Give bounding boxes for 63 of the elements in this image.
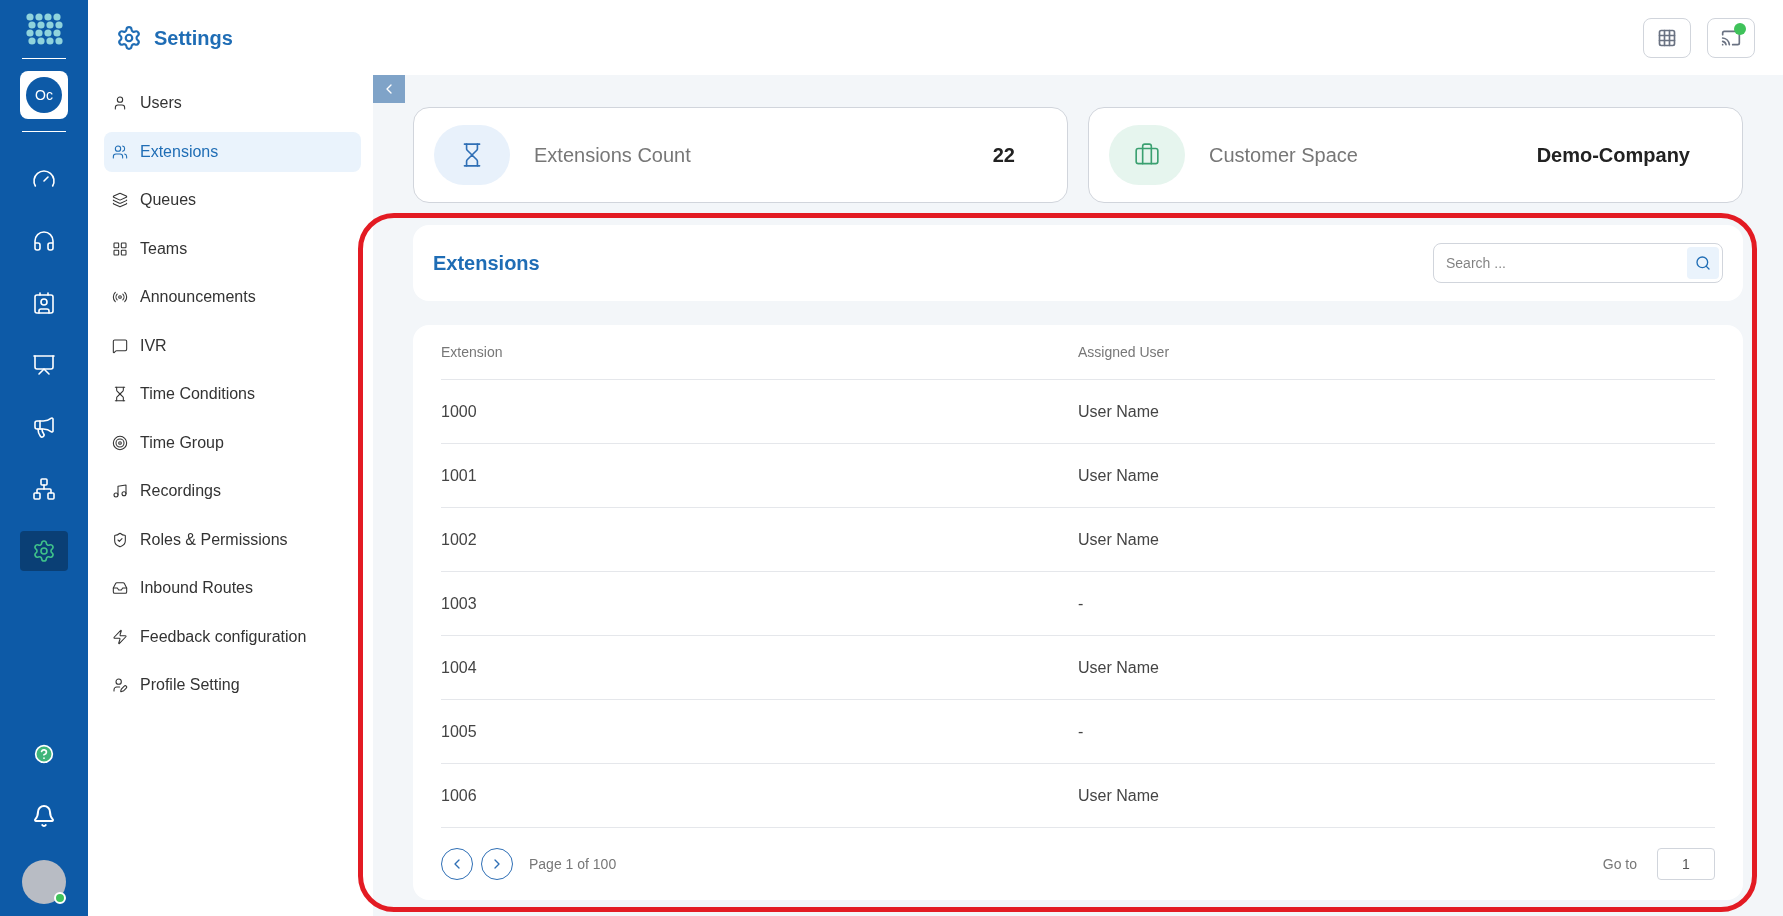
sidebar-item[interactable]: Time Conditions: [104, 374, 361, 414]
sidebar-item[interactable]: Extensions: [104, 131, 361, 172]
sidebar-item[interactable]: Time Group: [104, 422, 361, 463]
table-cell-text: 1001: [441, 465, 478, 486]
message-icon: [112, 337, 128, 354]
hourglass-icon: [112, 386, 128, 402]
sidebar-item[interactable]: Recordings: [104, 471, 361, 511]
user-icon: [112, 95, 128, 111]
table-cell-text: -: [1078, 593, 1085, 614]
cast-button[interactable]: [1707, 17, 1755, 58]
settings-icon: [116, 24, 142, 51]
stat-value: 22: [992, 143, 1015, 168]
sidebar-item[interactable]: Inbound Routes: [104, 568, 361, 608]
page-title: Settings: [154, 25, 233, 51]
dialpad-button[interactable]: [1643, 17, 1691, 58]
layers-icon: [112, 192, 128, 208]
users-icon: [112, 143, 128, 160]
table-cell-text: User Name: [1078, 529, 1160, 550]
column-header: Extension: [441, 343, 504, 362]
table-cell-text: User Name: [1078, 657, 1160, 678]
goto-label: Go to: [1602, 855, 1637, 874]
table-cell-text: 1005: [441, 721, 478, 742]
sidebar-item[interactable]: Queues: [104, 180, 361, 220]
sidebar-item[interactable]: Roles & Permissions: [104, 519, 361, 560]
music-icon: [112, 483, 128, 499]
search-icon[interactable]: [1687, 247, 1719, 279]
sidebar-item[interactable]: Users: [104, 83, 361, 123]
user-edit-icon: [112, 677, 128, 693]
grid-icon: [112, 240, 128, 257]
table-cell-text: 1003: [441, 593, 478, 614]
table-cell-text: 1006: [441, 785, 478, 806]
sidebar-item[interactable]: Announcements: [104, 277, 361, 317]
sidebar-item[interactable]: Feedback configuration: [104, 616, 361, 657]
table-cell-text: 1000: [441, 401, 478, 422]
user-avatar[interactable]: [22, 860, 66, 904]
stat-label: Customer Space: [1209, 143, 1358, 168]
stat-value: Demo-Company: [1536, 143, 1690, 168]
shield-icon: [112, 531, 128, 548]
sidebar-item[interactable]: IVR: [104, 325, 361, 366]
inbox-icon: [112, 580, 128, 596]
briefcase-icon: [1109, 125, 1185, 185]
workspace-avatar[interactable]: Oc: [20, 71, 68, 119]
table-cell-text: 1004: [441, 657, 478, 678]
panel-title: Extensions: [433, 251, 540, 276]
broadcast-icon: [112, 289, 128, 305]
page-indicator: Page 1 of 100: [529, 855, 617, 874]
table-cell-text: User Name: [1078, 785, 1160, 806]
table-cell-text: -: [1078, 721, 1085, 742]
sidebar-item[interactable]: Teams: [104, 228, 361, 269]
sidebar-item[interactable]: Profile Setting: [104, 665, 361, 705]
lightning-icon: [112, 628, 128, 645]
help-icon[interactable]: [34, 744, 54, 764]
table-cell-text: User Name: [1078, 465, 1160, 486]
column-header: Assigned User: [1078, 343, 1171, 362]
stat-label: Extensions Count: [534, 143, 691, 168]
search-field[interactable]: Search ...: [1433, 243, 1723, 283]
target-icon: [112, 434, 128, 451]
table-cell-text: 1002: [441, 529, 478, 550]
dialpad-icon: [1657, 27, 1677, 48]
table-cell-text: User Name: [1078, 401, 1160, 422]
notification-icon[interactable]: [32, 804, 56, 828]
goto-page-field[interactable]: 1: [1657, 848, 1715, 880]
settings-icon[interactable]: [20, 531, 68, 571]
